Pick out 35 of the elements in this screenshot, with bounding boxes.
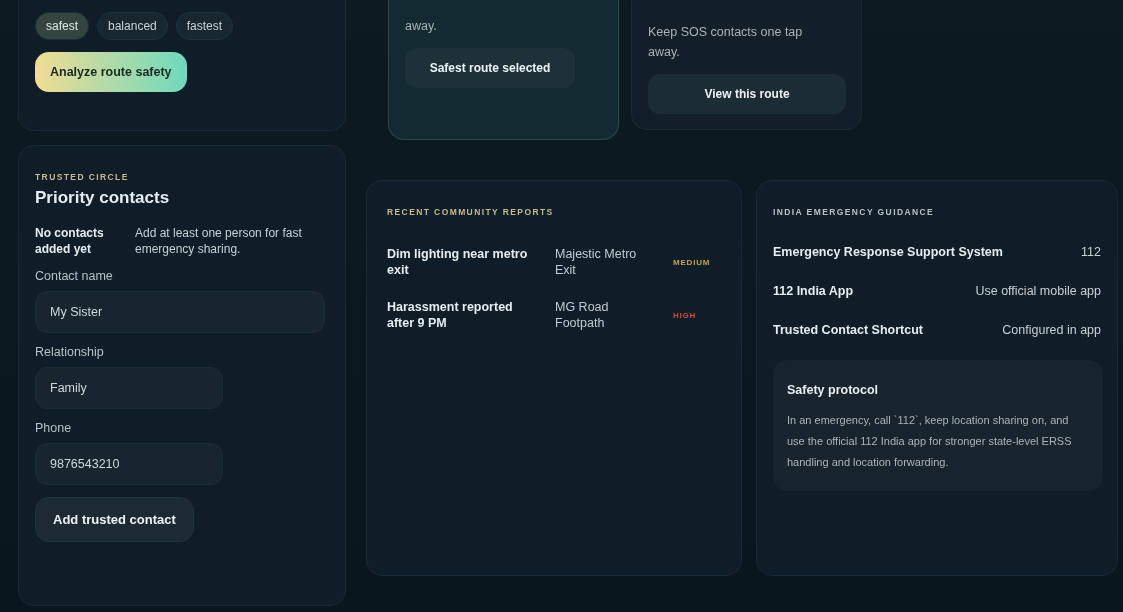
guidance-value: 112 bbox=[1081, 245, 1101, 259]
input-field[interactable]: 9876543210 bbox=[35, 443, 223, 486]
analyze-button[interactable]: Analyze route safety bbox=[35, 52, 187, 92]
section-eyebrow: RECENT COMMUNITY REPORTS bbox=[387, 207, 555, 217]
report-title: Dim lighting near metro exit bbox=[387, 247, 529, 279]
empty-title: No contacts added yet bbox=[35, 226, 105, 258]
severity-tag: MEDIUM bbox=[673, 258, 711, 268]
guidance-value: Use official mobile app bbox=[975, 284, 1101, 298]
field-label: Contact name bbox=[35, 269, 114, 284]
protocol-text: In an emergency, call `112`, keep location sharing on, and use the official 112 India app for stronger state-level ERSS handling and location forwarding. bbox=[787, 413, 1073, 470]
route-mode-chip[interactable]: fastest bbox=[175, 12, 234, 40]
section-eyebrow: INDIA EMERGENCY GUIDANCE bbox=[773, 207, 936, 217]
section-eyebrow: TRUSTED CIRCLE bbox=[35, 172, 130, 182]
empty-text: Add at least one person for fast emergency sharing. bbox=[135, 226, 303, 258]
field-label: Relationship bbox=[35, 345, 105, 360]
guidance-label: 112 India App bbox=[773, 284, 854, 298]
protocol-title: Safety protocol bbox=[787, 383, 878, 397]
route-button[interactable]: View this route bbox=[648, 74, 846, 114]
report-title: Harassment reported after 9 PM bbox=[387, 300, 514, 332]
section-title: Priority contacts bbox=[35, 188, 171, 208]
report-location: Majestic Metro Exit bbox=[555, 247, 638, 279]
add-contact-button[interactable]: Add trusted contact bbox=[35, 497, 194, 543]
guidance-value: Configured in app bbox=[1002, 323, 1101, 337]
report-location: MG Road Footpath bbox=[555, 300, 610, 332]
route-card-text: away. bbox=[405, 18, 438, 35]
guidance-label: Emergency Response Support System bbox=[773, 245, 1003, 259]
field-label: Phone bbox=[35, 421, 73, 436]
route-mode-chip[interactable]: balanced bbox=[97, 12, 168, 40]
guidance-label: Trusted Contact Shortcut bbox=[773, 323, 923, 337]
severity-tag: HIGH bbox=[673, 311, 697, 321]
input-field[interactable]: My Sister bbox=[35, 291, 325, 334]
input-field[interactable]: Family bbox=[35, 367, 223, 410]
route-mode-chip[interactable]: safest bbox=[35, 12, 89, 40]
route-button[interactable]: Safest route selected bbox=[405, 48, 575, 88]
route-card-text: Keep SOS contacts one tap away. bbox=[648, 24, 804, 61]
